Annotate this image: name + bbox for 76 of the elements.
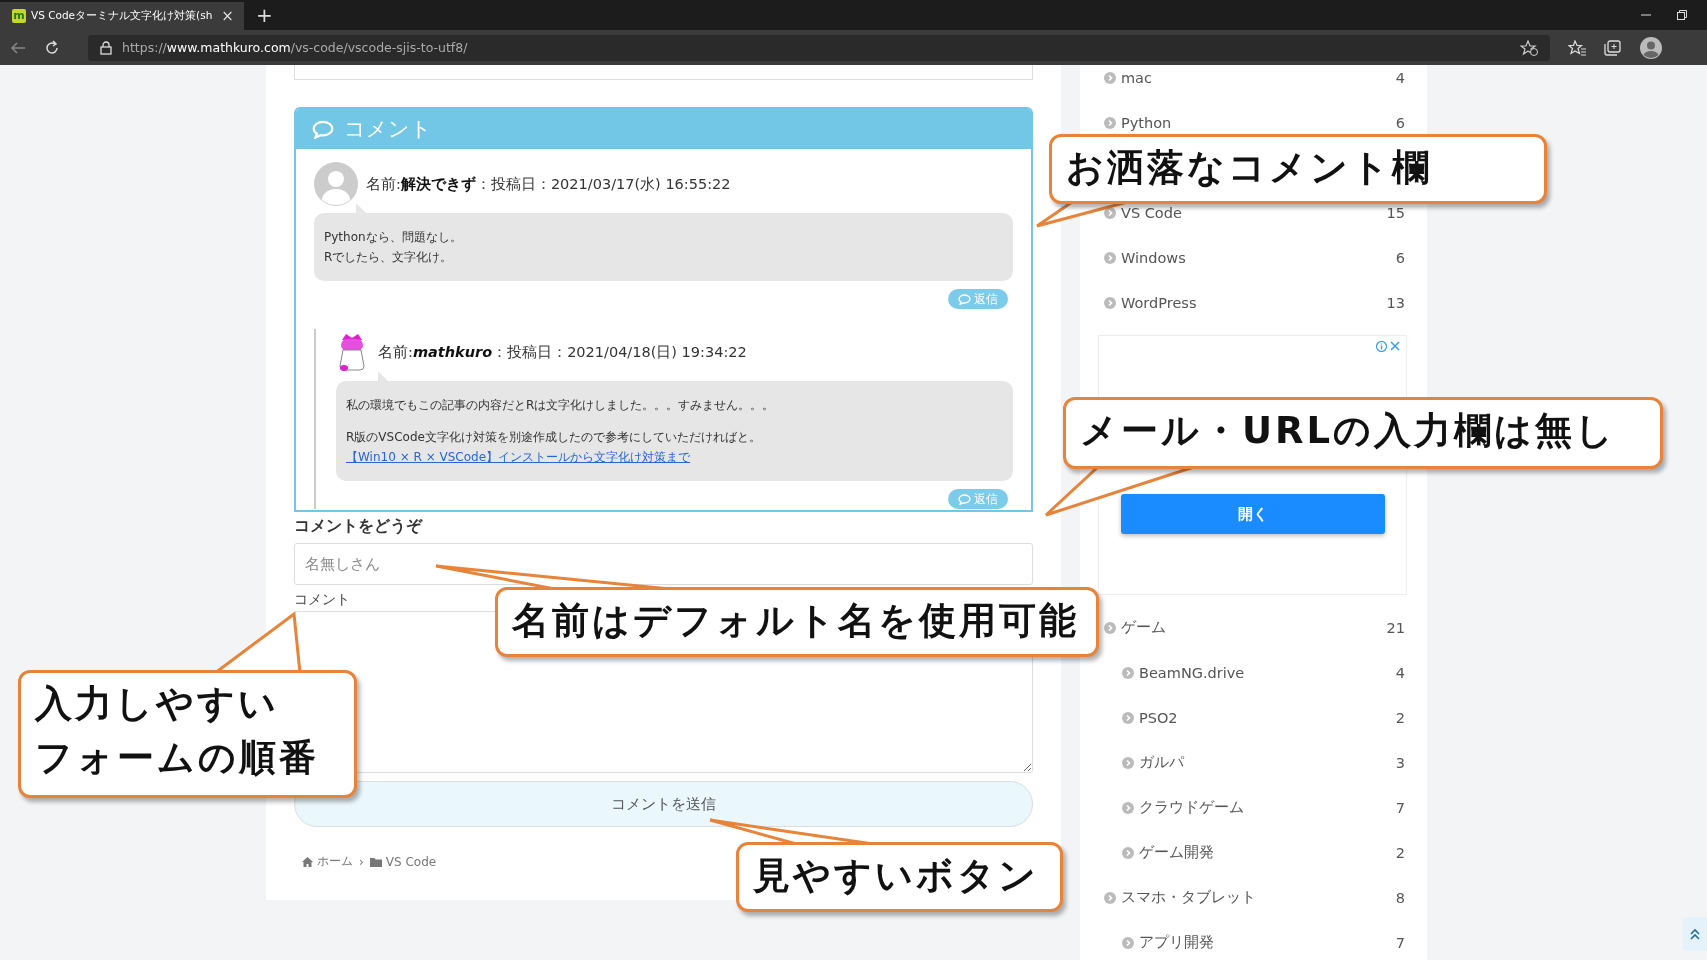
comment-text: R版のVSCode文字化け対策を別途作成したので参考にしていただければと。 xyxy=(346,429,762,446)
category-link[interactable]: ゲーム開発 xyxy=(1139,843,1396,862)
post-count: 3 xyxy=(1395,754,1405,771)
folder-icon xyxy=(369,856,382,867)
comment-text: Pythonなら、問題なし。 Rでしたら、文字化け。 xyxy=(324,229,463,266)
category-link[interactable]: クラウドゲーム xyxy=(1139,798,1396,817)
section-title: コメント xyxy=(344,116,432,143)
chevron-circle-icon xyxy=(1122,711,1134,724)
tab-close-button[interactable]: × xyxy=(217,7,238,25)
chevron-circle-icon xyxy=(1104,116,1116,129)
category-link[interactable]: BeamNG.drive xyxy=(1139,664,1396,681)
field-label: コメント xyxy=(294,591,351,609)
post-count: 13 xyxy=(1386,294,1405,311)
post-count: 2 xyxy=(1395,844,1405,861)
comment-meta: 名前:解決できず：投稿日：2021/03/17(水) 16:55:22 xyxy=(366,174,731,194)
star-add-icon[interactable] xyxy=(1520,39,1538,56)
chevron-circle-icon xyxy=(1104,251,1116,264)
home-icon xyxy=(302,856,313,867)
submit-button[interactable]: コメントを送信 xyxy=(294,781,1033,827)
post-count: 8 xyxy=(1395,889,1405,906)
breadcrumb-link[interactable]: ホーム xyxy=(317,853,353,870)
chevron-circle-icon xyxy=(1104,621,1116,634)
post-count: 2 xyxy=(1395,709,1405,726)
back-icon[interactable] xyxy=(10,40,26,55)
close-icon[interactable] xyxy=(1390,341,1400,351)
tab-title: VS Codeターミナル文字化け対策(sh xyxy=(31,9,213,23)
collections-icon[interactable] xyxy=(1604,39,1622,56)
category-link[interactable]: WordPress xyxy=(1121,294,1387,311)
post-count: 15 xyxy=(1386,204,1405,221)
site-favicon: m xyxy=(12,9,26,23)
lock-icon xyxy=(100,40,112,55)
category-link[interactable]: PSO2 xyxy=(1139,709,1396,726)
info-icon[interactable] xyxy=(1376,341,1387,352)
chevron-circle-icon xyxy=(1104,891,1116,904)
avatar-icon xyxy=(314,162,358,206)
browser-tab[interactable]: m VS Codeターミナル文字化け対策(sh × xyxy=(0,2,244,30)
comment-text: 私の環境でもこの記事の内容だとRは文字化けしました。。。すみません。。。 xyxy=(346,397,776,414)
favorites-icon[interactable] xyxy=(1568,39,1586,56)
category-link[interactable]: mac xyxy=(1121,69,1396,86)
chevron-circle-icon xyxy=(1122,846,1134,859)
category-link[interactable]: VS Code xyxy=(1121,204,1387,221)
post-count: 4 xyxy=(1395,664,1405,681)
category-link[interactable]: Windows xyxy=(1121,249,1396,266)
speech-bubble-icon xyxy=(958,293,971,305)
post-count: 4 xyxy=(1395,69,1405,86)
category-link[interactable]: Python xyxy=(1121,114,1396,131)
breadcrumb-separator: › xyxy=(359,854,364,869)
post-count: 7 xyxy=(1395,934,1405,951)
breadcrumb-link[interactable]: VS Code xyxy=(385,854,437,869)
chevron-circle-icon xyxy=(1122,666,1134,679)
category-link[interactable]: ガルパ xyxy=(1139,753,1396,772)
article-link[interactable]: 【Win10 × R × VSCode】インストールから文字化け対策まで xyxy=(346,447,691,467)
address-bar[interactable]: https://www.mathkuro.com/vs-code/vscode-sjis-to-utf8/ xyxy=(88,34,1550,61)
category-link[interactable]: スマホ・タブレット xyxy=(1121,888,1396,907)
post-count: 6 xyxy=(1395,249,1405,266)
post-count: 7 xyxy=(1395,799,1405,816)
chevron-circle-icon xyxy=(1122,756,1134,769)
post-count: 6 xyxy=(1395,114,1405,131)
form-heading: コメントをどうぞ xyxy=(294,516,424,537)
chat-icon xyxy=(312,119,334,139)
new-tab-button[interactable]: + xyxy=(251,3,277,27)
restore-icon[interactable] xyxy=(1677,10,1687,20)
double-chevron-up-icon xyxy=(1689,928,1701,940)
chevron-circle-icon xyxy=(1104,296,1116,309)
speech-bubble-icon xyxy=(958,493,971,505)
chevron-circle-icon xyxy=(1122,936,1134,949)
chevron-circle-icon xyxy=(1122,801,1134,814)
scroll-top-button[interactable] xyxy=(1683,917,1707,951)
post-count: 21 xyxy=(1386,619,1405,636)
comment-meta: 名前:mathkuro：投稿日：2021/04/18(日) 19:34:22 xyxy=(378,342,747,362)
refresh-icon[interactable] xyxy=(44,39,60,56)
category-link[interactable]: アプリ開発 xyxy=(1139,933,1396,952)
profile-icon[interactable] xyxy=(1640,36,1662,59)
category-link[interactable]: ゲーム xyxy=(1121,618,1387,637)
url-text: https://www.mathkuro.com/vs-code/vscode-sjis-to-utf8/ xyxy=(122,40,468,55)
chevron-circle-icon xyxy=(1104,71,1116,84)
